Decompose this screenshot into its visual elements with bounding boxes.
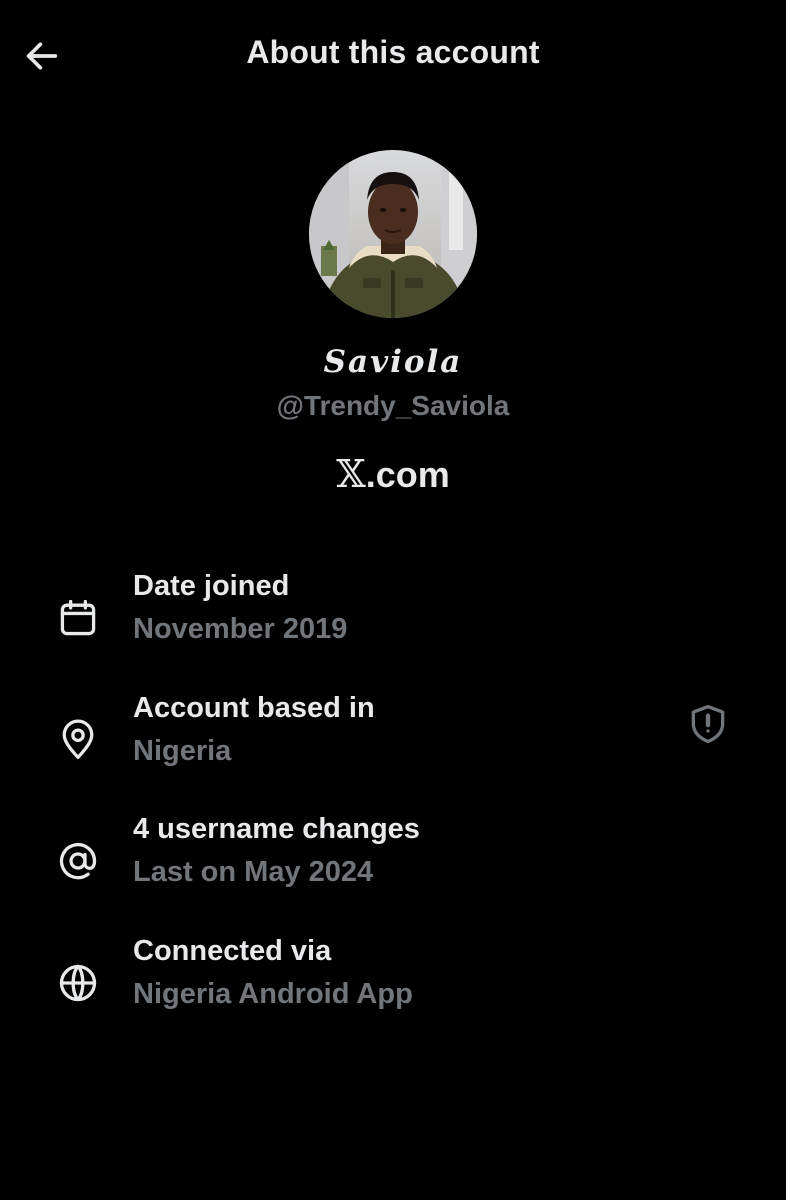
avatar[interactable] xyxy=(309,150,477,318)
shield-alert-icon xyxy=(691,704,725,744)
detail-row-date-joined: Date joined November 2019 xyxy=(0,570,786,670)
globe-icon xyxy=(54,959,102,1007)
page-title: About this account xyxy=(246,34,540,70)
shield-alert-button[interactable] xyxy=(684,700,732,748)
location-pin-icon xyxy=(54,716,102,764)
detail-row-connected-via: Connected via Nigeria Android App xyxy=(0,935,786,1035)
detail-value: Nigeria xyxy=(133,735,232,767)
detail-value: November 2019 xyxy=(133,613,348,645)
top-bar: About this account xyxy=(0,0,786,110)
x-logo-icon: 𝕏 xyxy=(336,452,366,496)
detail-row-username-changes: 4 username changes Last on May 2024 xyxy=(0,813,786,913)
detail-row-account-based-in: Account based in Nigeria xyxy=(0,692,786,792)
site-label: 𝕏.com xyxy=(0,452,786,496)
avatar-photo xyxy=(309,150,477,318)
username-handle: @Trendy_Saviola xyxy=(276,390,510,421)
calendar-icon xyxy=(54,594,102,642)
detail-label: Date joined xyxy=(133,570,290,602)
detail-value: Last on May 2024 xyxy=(133,856,374,888)
detail-label: Connected via xyxy=(133,935,332,967)
detail-label: Account based in xyxy=(133,692,375,724)
site-suffix: .com xyxy=(365,454,450,495)
at-sign-icon xyxy=(54,837,102,885)
detail-label: 4 username changes xyxy=(133,813,420,845)
detail-value: Nigeria Android App xyxy=(133,978,413,1010)
display-name: Saviola xyxy=(323,344,463,380)
